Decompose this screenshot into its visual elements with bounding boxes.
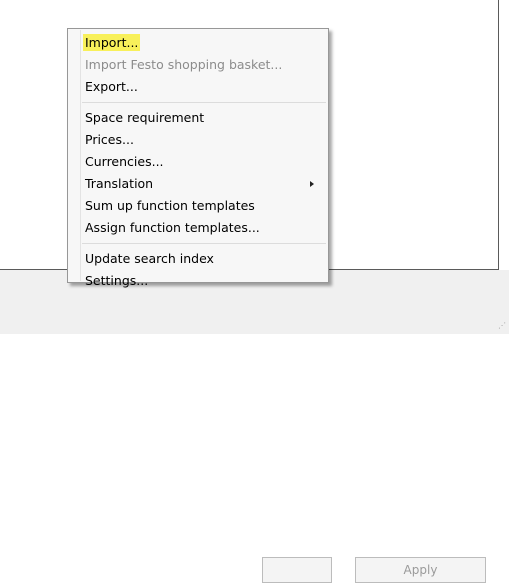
menu-item-currencies[interactable]: Currencies... [68,151,328,173]
menu-item-label: Assign function templates... [85,220,260,235]
menu-item-export[interactable]: Export... [68,76,328,98]
menu-item-label: Import... [83,34,141,51]
menu-item-assign-function-templates[interactable]: Assign function templates... [68,217,328,239]
menu-item-update-search-index[interactable]: Update search index [68,248,328,270]
menu-item-label: Space requirement [85,110,205,125]
resize-grip-icon[interactable]: ⋰ [496,321,506,331]
menu-item-label: Sum up function templates [85,198,255,213]
menu-item-import[interactable]: Import... [68,32,328,54]
menu-item-label: Import Festo shopping basket... [85,57,283,72]
menu-item-label: Currencies... [85,154,164,169]
menu-item-label: Prices... [85,132,134,147]
menu-item-translation[interactable]: Translation [68,173,328,195]
menu-item-prices[interactable]: Prices... [68,129,328,151]
menu-separator [82,243,326,244]
context-menu: Import... Import Festo shopping basket...… [67,28,329,288]
menu-item-label: Translation [85,176,154,191]
menu-item-label: Settings... [85,273,149,288]
menu-item-settings[interactable]: Settings... [68,270,328,292]
menu-item-sum-up-function-templates[interactable]: Sum up function templates [68,195,328,217]
menu-item-label: Update search index [85,251,214,266]
apply-button[interactable]: Apply [355,557,486,583]
menu-item-import-festo-shopping-basket: Import Festo shopping basket... [68,54,328,76]
partially-hidden-button[interactable] [262,557,332,583]
menu-item-label: Export... [85,79,138,94]
menu-separator [82,102,326,103]
menu-item-space-requirement[interactable]: Space requirement [68,107,328,129]
panel-border [498,0,499,270]
submenu-arrow-icon [310,181,314,187]
